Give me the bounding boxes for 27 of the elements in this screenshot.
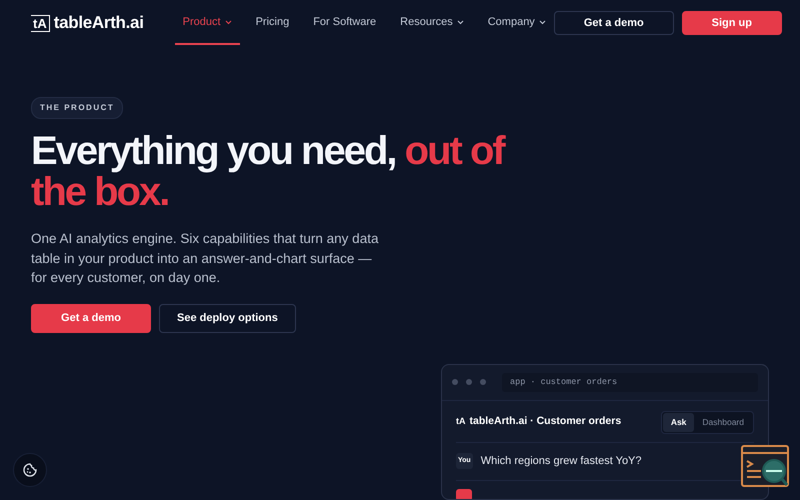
- nav-link[interactable]: Company: [480, 1, 554, 45]
- nav-link[interactable]: Resources: [392, 1, 472, 45]
- deploy-options-button[interactable]: See deploy options: [159, 304, 296, 332]
- logo-mark: tA: [31, 14, 50, 32]
- app-title: tableArth.ai · Customer orders: [470, 414, 622, 430]
- demo-button[interactable]: Get a demo: [31, 304, 151, 332]
- reply-avatar-icon: [456, 488, 472, 499]
- cookie-settings-button[interactable]: [13, 453, 47, 487]
- hero-description: One AI analytics engine. Six capabilities that turn any data table in your product into an answer-and-chart surface — for every customer, on day one.: [31, 230, 380, 287]
- chat-message: Which regions grew fastest YoY?: [480, 454, 642, 469]
- sign-up-button[interactable]: Sign up: [682, 11, 782, 35]
- window-dot: [480, 379, 486, 386]
- nav-link[interactable]: Product: [174, 1, 240, 45]
- cookie-icon: [22, 462, 38, 478]
- nav-link[interactable]: For Software: [305, 1, 384, 45]
- address-bar: app · customer orders: [502, 373, 758, 392]
- code-search-icon[interactable]: [741, 445, 791, 489]
- window-dot: [466, 379, 472, 386]
- brand-name[interactable]: tableArth.ai: [54, 10, 144, 36]
- demo-button[interactable]: Get a demo: [554, 11, 674, 35]
- view-tab[interactable]: Dashboard: [694, 412, 752, 432]
- logo-mark: tA: [456, 415, 466, 428]
- hero-title: Everything you need, out of the box.: [31, 131, 506, 213]
- window-dot: [452, 379, 458, 386]
- section-tag: THE PRODUCT: [31, 97, 124, 119]
- view-tab[interactable]: Ask: [662, 412, 694, 432]
- nav-link[interactable]: Pricing: [248, 1, 298, 45]
